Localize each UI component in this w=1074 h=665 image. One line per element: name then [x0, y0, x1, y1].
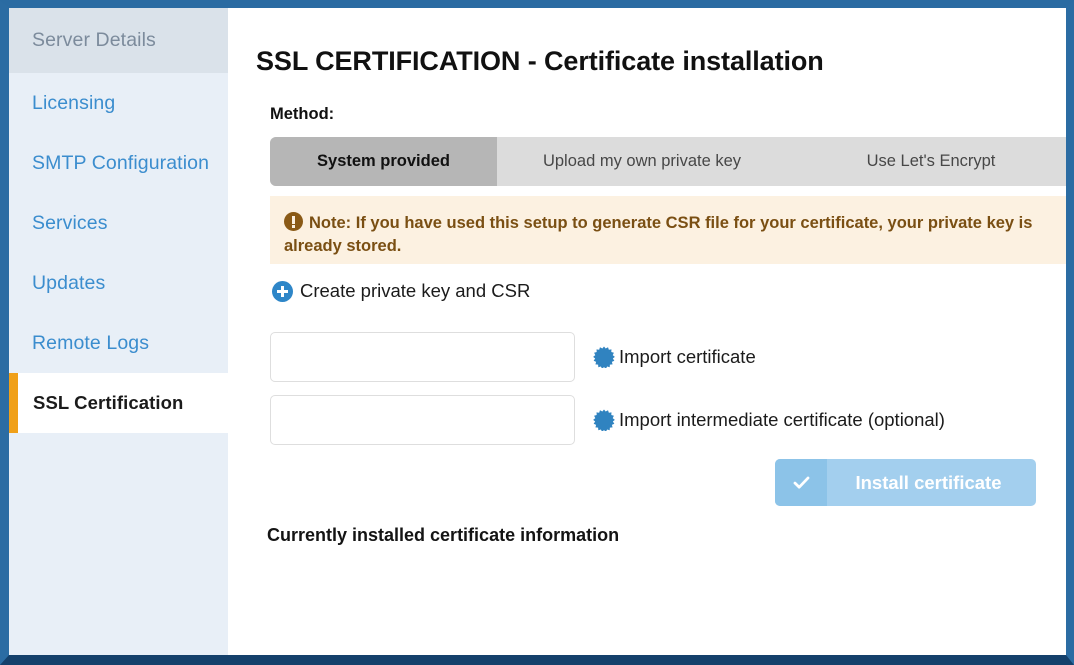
installed-certificate-heading: Currently installed certificate informat…	[267, 525, 620, 545]
import-intermediate-certificate-input[interactable]	[270, 395, 575, 445]
sidebar-item-server-details[interactable]: Server Details	[9, 8, 228, 73]
create-private-key-and-csr-link[interactable]: Create private key and CSR	[272, 280, 530, 302]
sidebar-item-ssl-certification[interactable]: SSL Certification	[9, 373, 228, 433]
tab-label: System provided	[317, 152, 450, 170]
sidebar-item-smtp-configuration[interactable]: SMTP Configuration	[9, 133, 228, 193]
sidebar-item-label: Services	[32, 211, 108, 234]
burst-upload-icon[interactable]	[593, 346, 615, 368]
tab-system-provided[interactable]: System provided	[270, 137, 497, 186]
sidebar-item-updates[interactable]: Updates	[9, 253, 228, 313]
note-banner: Note: If you have used this setup to gen…	[270, 196, 1066, 264]
note-text-wrapper: Note: If you have used this setup to gen…	[284, 209, 1058, 259]
app-window: Server Details Licensing SMTP Configurat…	[0, 0, 1074, 665]
sidebar-item-label: SSL Certification	[33, 392, 184, 413]
tab-use-lets-encrypt[interactable]: Use Let's Encrypt	[787, 137, 1066, 186]
sidebar-item-remote-logs[interactable]: Remote Logs	[9, 313, 228, 373]
sidebar-item-label: Licensing	[32, 91, 116, 114]
sidebar-item-label: SMTP Configuration	[32, 151, 210, 174]
plus-circle-icon	[272, 280, 293, 302]
tab-label: Use Let's Encrypt	[866, 152, 996, 170]
main-content: SSL CERTIFICATION - Certificate installa…	[228, 8, 1066, 655]
method-tab-strip: System provided Upload my own private ke…	[270, 137, 1066, 186]
page-title: SSL CERTIFICATION - Certificate installa…	[256, 46, 824, 77]
install-certificate-button[interactable]: Install certificate	[775, 459, 1036, 506]
sidebar-item-label: Remote Logs	[32, 331, 150, 354]
burst-upload-icon[interactable]	[593, 409, 615, 431]
check-icon	[775, 459, 827, 506]
sidebar: Server Details Licensing SMTP Configurat…	[9, 8, 228, 655]
import-certificate-row: Import certificate	[270, 332, 756, 382]
exclamation-circle-icon	[284, 212, 303, 231]
tab-label: Upload my own private key	[542, 152, 742, 170]
note-text: Note: If you have used this setup to gen…	[284, 214, 1033, 256]
install-certificate-label: Install certificate	[855, 471, 1002, 493]
sidebar-item-label: Updates	[32, 271, 106, 294]
sidebar-item-services[interactable]: Services	[9, 193, 228, 253]
import-certificate-label: Import certificate	[619, 346, 756, 367]
create-private-key-label: Create private key and CSR	[300, 280, 531, 301]
method-label: Method:	[270, 105, 335, 123]
import-certificate-input[interactable]	[270, 332, 575, 382]
sidebar-item-label: Server Details	[32, 29, 156, 51]
sidebar-item-licensing[interactable]: Licensing	[9, 73, 228, 133]
import-intermediate-certificate-label: Import intermediate certificate (optiona…	[619, 409, 945, 430]
tab-upload-my-own-private-key[interactable]: Upload my own private key	[497, 137, 787, 186]
import-intermediate-certificate-row: Import intermediate certificate (optiona…	[270, 395, 945, 445]
window-inner: Server Details Licensing SMTP Configurat…	[9, 8, 1066, 655]
